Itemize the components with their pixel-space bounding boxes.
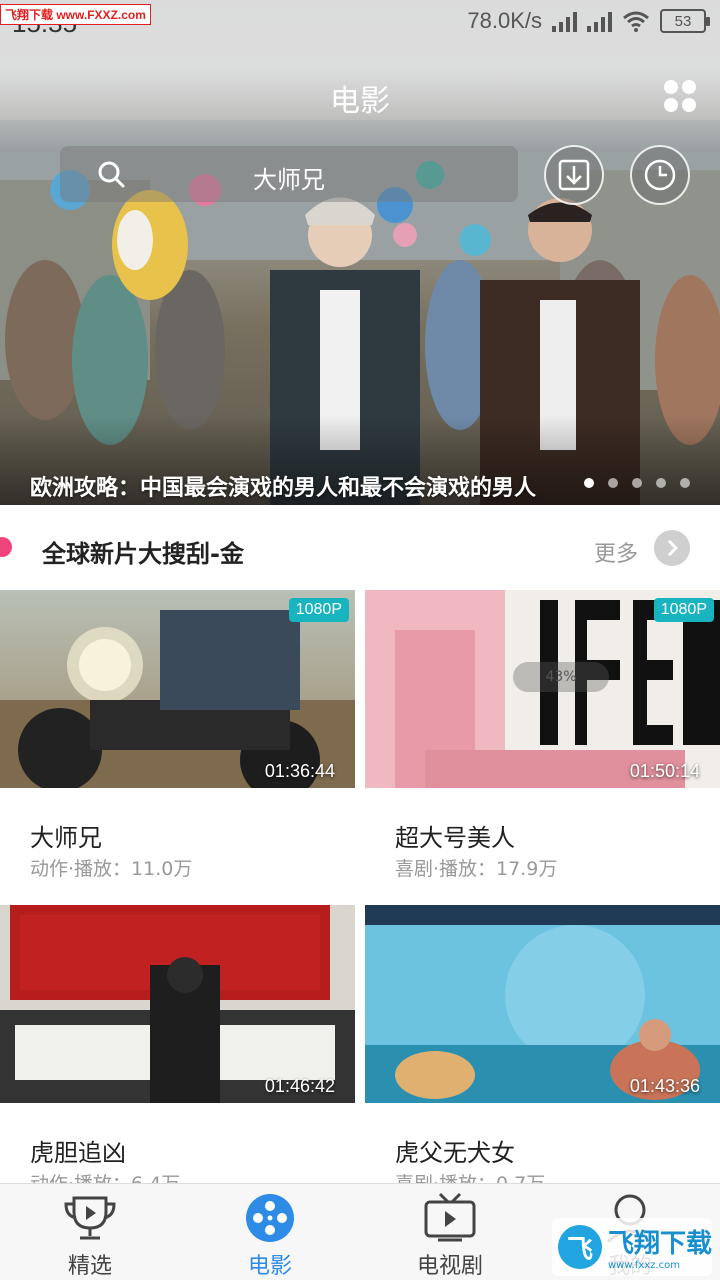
tv-icon [424, 1192, 476, 1242]
clock-icon [644, 159, 676, 191]
watermark: 飞翔下载 www.FXXZ.com [0, 4, 151, 25]
battery-icon: 53 [660, 9, 710, 33]
section-header: 全球新片大搜刮-金 更多 [0, 520, 720, 576]
more-link[interactable]: 更多 [594, 536, 638, 568]
trophy-play-icon [64, 1196, 116, 1240]
nav-label: 电视剧 [416, 1254, 483, 1279]
wifi-icon [623, 11, 649, 32]
page-title: 电影 [330, 84, 390, 119]
nav-item-movies[interactable]: 电影 [180, 1184, 360, 1280]
movie-poster[interactable]: 01:46:42 [0, 905, 355, 1103]
carousel-dot [632, 478, 642, 488]
nav-item-tv[interactable]: 电视剧 [360, 1184, 540, 1280]
download-button[interactable] [544, 145, 604, 205]
film-reel-icon [246, 1194, 294, 1242]
carousel-dot [656, 478, 666, 488]
movie-title[interactable]: 超大号美人 [395, 818, 515, 853]
history-button[interactable] [630, 145, 690, 205]
quality-badge: 1080P [653, 598, 714, 622]
section-marker [0, 537, 12, 557]
carousel-dot [584, 478, 594, 488]
movie-poster[interactable]: 43% 1080P 01:50:14 [365, 590, 720, 788]
signal-icon [552, 10, 577, 32]
quality-badge: 1080P [288, 598, 349, 622]
carousel-dot [608, 478, 618, 488]
movie-title[interactable]: 大师兄 [30, 818, 102, 853]
duration-label: 01:43:36 [629, 1076, 700, 1096]
movie-poster[interactable]: 1080P 01:36:44 [0, 590, 355, 788]
movie-meta: 动作·播放：11.0万 [30, 858, 193, 880]
section-title: 全球新片大搜刮-金 [42, 540, 244, 568]
watermark-logo-icon: 飞 [558, 1225, 602, 1269]
duration-label: 01:46:42 [264, 1076, 335, 1096]
movie-title[interactable]: 虎父无犬女 [395, 1133, 515, 1168]
movie-poster[interactable]: 01:43:36 [365, 905, 720, 1103]
chevron-right-icon [667, 539, 679, 557]
nav-item-featured[interactable]: 精选 [0, 1184, 180, 1280]
duration-label: 01:50:14 [629, 761, 700, 781]
duration-label: 01:36:44 [264, 761, 335, 781]
signal-icon [587, 10, 612, 32]
download-icon [558, 159, 590, 191]
carousel-dot [680, 478, 690, 488]
carousel-dots [584, 478, 690, 488]
more-button[interactable] [654, 530, 690, 566]
movie-meta: 喜剧·播放：17.9万 [395, 858, 558, 880]
status-bar: 15:35 飞翔下载 www.FXXZ.com 78.0K/s 53 [0, 0, 720, 48]
watermark-logo-text: 飞翔下载 [608, 1229, 713, 1259]
search-placeholder: 大师兄 [253, 166, 325, 194]
watermark-logo-url: www.fxxz.com [608, 1260, 680, 1271]
status-indicators: 78.0K/s 53 [467, 8, 710, 34]
site-watermark-logo: 飞 飞翔下载 www.fxxz.com [552, 1218, 712, 1276]
nav-label: 电影 [247, 1254, 292, 1279]
movie-title[interactable]: 虎胆追凶 [30, 1133, 126, 1168]
nav-label: 精选 [67, 1254, 112, 1279]
hero-caption[interactable]: 欧洲攻略：中国最会演戏的男人和最不会演戏的男人 [30, 470, 536, 502]
apps-grid-icon[interactable] [664, 80, 696, 112]
network-speed: 78.0K/s [467, 8, 542, 33]
watch-progress: 43% [513, 662, 609, 692]
search-input[interactable]: 大师兄 [60, 146, 518, 202]
